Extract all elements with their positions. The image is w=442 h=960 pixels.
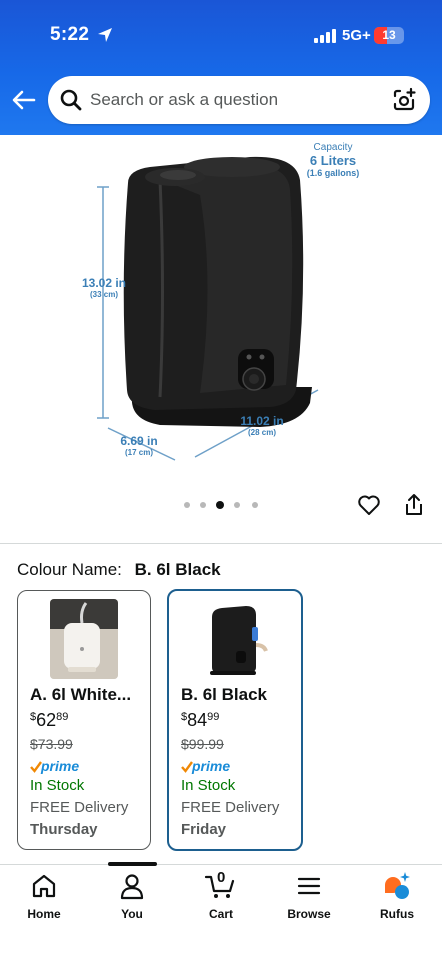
battery-icon: 13: [374, 27, 404, 44]
capacity-callout: Capacity 6 Liters (1.6 gallons): [298, 142, 368, 178]
option-delivery-day: Friday: [181, 821, 227, 838]
colour-label: Colour Name:: [17, 560, 122, 579]
colour-selector-header: Colour Name: B. 6l Black: [17, 560, 221, 580]
option-stock: In Stock: [181, 777, 236, 794]
option-was-price: $73.99: [30, 736, 73, 752]
option-delivery-day: Thursday: [30, 821, 98, 838]
person-icon: [120, 874, 144, 900]
colour-value: B. 6l Black: [134, 560, 221, 579]
search-input[interactable]: [90, 76, 380, 124]
colour-option-white[interactable]: A. 6l White... $6289 $73.99 prime In Sto…: [17, 590, 151, 850]
humidifier-illustration: [97, 156, 319, 461]
option-delivery: FREE Delivery: [181, 799, 280, 816]
nav-browse[interactable]: Browse: [274, 871, 344, 921]
option-price: $8499: [181, 710, 220, 730]
nav-cart-label: Cart: [208, 907, 233, 921]
white-humidifier-thumbnail: [50, 599, 118, 679]
active-tab-indicator: [108, 862, 157, 866]
nav-browse-label: Browse: [287, 907, 331, 921]
product-image[interactable]: Capacity 6 Liters (1.6 gallons) 13.02 in…: [0, 135, 442, 490]
nav-cart[interactable]: 0 Cart: [186, 869, 256, 921]
status-time: 5:22: [50, 24, 90, 45]
image-carousel-dots[interactable]: [180, 498, 270, 512]
option-title: B. 6l Black: [181, 685, 267, 704]
height-callout: 13.02 in (33 cm): [76, 276, 132, 299]
capacity-value: 6 Liters: [309, 153, 357, 168]
share-icon[interactable]: [403, 493, 425, 517]
network-type: 5G+: [342, 27, 371, 44]
cart-count: 0: [217, 869, 226, 886]
depth-sub: (17 cm): [124, 448, 153, 457]
option-was-price: $99.99: [181, 736, 224, 752]
bottom-navigation: Home You 0 Cart Browse Rufus: [0, 862, 442, 960]
home-icon: [32, 874, 56, 898]
rufus-icon: [385, 872, 410, 899]
colour-option-black[interactable]: B. 6l Black $8499 $99.99 prime In Stock …: [167, 589, 303, 851]
prime-label: prime: [192, 758, 231, 774]
search-bar[interactable]: [48, 76, 430, 124]
carousel-dot[interactable]: [252, 502, 258, 508]
nav-home[interactable]: Home: [9, 871, 79, 921]
width-callout: 11.02 in (28 cm): [236, 414, 288, 437]
option-stock: In Stock: [30, 777, 85, 794]
depth-callout: 6.69 in (17 cm): [114, 434, 164, 457]
back-arrow-icon[interactable]: [10, 86, 38, 114]
width-value: 11.02 in: [240, 414, 284, 428]
option-title: A. 6l White...: [30, 685, 132, 704]
depth-value: 6.69 in: [120, 434, 158, 448]
capacity-sub: (1.6 gallons): [306, 168, 360, 178]
signal-icon: [314, 29, 336, 43]
battery-level: 13: [382, 28, 396, 42]
height-value: 13.02 in: [81, 276, 127, 290]
width-sub: (28 cm): [247, 428, 276, 437]
carousel-dot-active[interactable]: [216, 501, 224, 509]
nav-rufus[interactable]: Rufus: [362, 871, 432, 921]
camera-search-icon[interactable]: [391, 87, 417, 113]
carousel-dot[interactable]: [200, 502, 206, 508]
height-sub: (33 cm): [89, 290, 118, 299]
carousel-dot[interactable]: [184, 502, 190, 508]
option-delivery: FREE Delivery: [30, 799, 129, 816]
heart-icon[interactable]: [357, 493, 381, 517]
option-price: $6289: [30, 710, 69, 730]
nav-home-label: Home: [27, 907, 61, 921]
location-arrow-icon: [98, 28, 112, 42]
carousel-dot[interactable]: [234, 502, 240, 508]
prime-label: prime: [41, 758, 80, 774]
nav-you[interactable]: You: [97, 871, 167, 921]
black-humidifier-thumbnail: [200, 599, 268, 679]
nav-rufus-label: Rufus: [380, 907, 414, 921]
status-bar: 5:22 5G+ 13: [0, 0, 442, 70]
menu-icon: [297, 877, 321, 895]
search-icon: [60, 89, 82, 111]
nav-you-label: You: [121, 907, 143, 921]
capacity-label: Capacity: [313, 142, 353, 153]
app-header: 5:22 5G+ 13: [0, 0, 442, 135]
section-divider: [0, 543, 442, 544]
